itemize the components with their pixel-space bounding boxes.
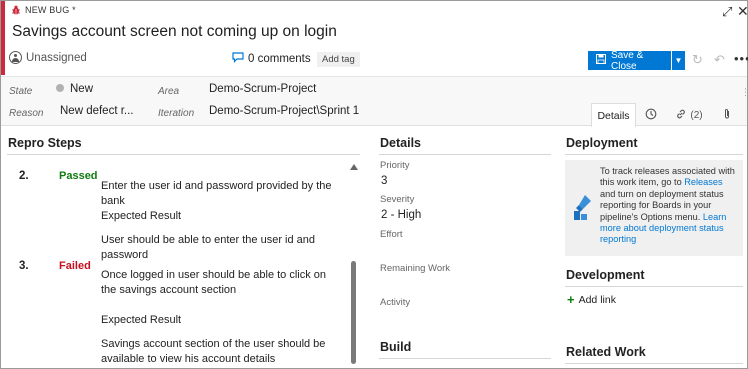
effort-label: Effort [380, 229, 403, 240]
deployment-title: Deployment [566, 136, 638, 150]
link-icon [675, 108, 687, 123]
work-item-header: NEW BUG * ⤢ ✕ Savings account screen not… [1, 1, 748, 75]
development-title: Development [566, 268, 645, 282]
reason-label: Reason [9, 108, 44, 119]
bug-icon [11, 5, 21, 15]
paperclip-icon [722, 108, 732, 123]
priority-label: Priority [380, 160, 410, 171]
step-expected-label: Expected Result [101, 210, 182, 222]
add-link-label: Add link [578, 294, 616, 306]
step-action: Once logged in user should be able to cl… [101, 269, 327, 296]
repro-steps-title: Repro Steps [8, 136, 82, 150]
build-title: Build [380, 340, 412, 354]
refresh-icon[interactable]: ↻ [692, 52, 703, 68]
state-value: New [70, 83, 94, 95]
iteration-field[interactable]: Demo-Scrum-Project\Sprint 1 [209, 105, 359, 117]
scrollbar-thumb[interactable] [351, 261, 356, 364]
save-close-button[interactable]: Save & Close [588, 49, 671, 72]
related-work-divider [565, 363, 743, 364]
fields-bar: State New Reason New defect r... Area De… [1, 76, 748, 127]
work-item-type: NEW BUG * [11, 5, 76, 15]
severity-label: Severity [380, 194, 415, 205]
comment-icon [232, 52, 244, 66]
links-count: (2) [690, 109, 703, 121]
step-number: 3. [19, 260, 29, 272]
history-icon [645, 108, 657, 123]
activity-label: Activity [380, 297, 411, 308]
assignee-label: Unassigned [26, 51, 87, 64]
tab-attachments[interactable] [712, 103, 742, 127]
step-status-failed: Failed [59, 260, 91, 272]
save-icon [596, 54, 606, 67]
repro-divider [7, 154, 360, 155]
maximize-icon[interactable]: ⤢ [722, 4, 732, 20]
releases-link[interactable]: Releases [684, 177, 722, 187]
step-expected: Savings account section of the user shou… [101, 338, 326, 365]
add-tag-button[interactable]: Add tag [317, 52, 360, 67]
priority-field[interactable]: 3 [381, 175, 387, 187]
state-label: State [9, 86, 33, 97]
undo-icon[interactable]: ↶ [714, 52, 725, 68]
deployment-info-box: To track releases associated with this w… [565, 160, 743, 256]
save-close-label: Save & Close [611, 49, 644, 72]
deployment-message: To track releases associated with this w… [600, 166, 740, 246]
add-link-button[interactable]: + Add link [567, 292, 616, 307]
step-number: 2. [19, 170, 29, 182]
more-actions-button[interactable]: ••• [734, 51, 748, 66]
area-field[interactable]: Demo-Scrum-Project [209, 83, 316, 95]
assignee-picker[interactable]: Unassigned [9, 51, 87, 64]
details-title: Details [380, 136, 421, 150]
work-item-type-label: NEW BUG * [25, 5, 76, 15]
remaining-work-label: Remaining Work [380, 263, 451, 274]
severity-field[interactable]: 2 - High [381, 209, 421, 221]
related-work-title: Related Work [566, 345, 646, 359]
step-status-passed: Passed [59, 170, 98, 182]
development-divider [565, 286, 743, 287]
step-action: Enter the user id and password provided … [101, 180, 332, 207]
area-label: Area [158, 86, 180, 97]
state-dot-icon [56, 84, 64, 92]
deployment-divider [565, 154, 743, 155]
scroll-up-arrow[interactable] [350, 164, 358, 170]
plus-icon: + [567, 292, 575, 307]
panel-grip-icon[interactable]: ⋮ [741, 87, 748, 98]
close-icon[interactable]: ✕ [737, 3, 748, 20]
step-expected: User should be able to enter the user id… [101, 234, 316, 261]
state-field[interactable]: New [56, 83, 93, 95]
chevron-down-icon: ▼ [674, 56, 683, 65]
comments-link[interactable]: 0 comments [232, 52, 311, 66]
save-dropdown-button[interactable]: ▼ [672, 51, 685, 70]
details-divider [379, 154, 551, 155]
tab-history[interactable] [636, 103, 666, 127]
avatar-icon [9, 51, 22, 64]
build-divider [379, 358, 551, 359]
step-expected-label: Expected Result [101, 314, 182, 326]
rocket-icon [571, 194, 595, 222]
work-item-title[interactable]: Savings account screen not coming up on … [12, 23, 337, 41]
tab-links[interactable]: (2) [666, 103, 712, 127]
comments-count: 0 comments [248, 53, 311, 65]
reason-field[interactable]: New defect r... [60, 105, 134, 117]
iteration-label: Iteration [158, 108, 195, 119]
work-item-body: Repro Steps 2. Passed Enter the user id … [1, 127, 747, 368]
work-item-tabs: Details (2) [591, 103, 742, 127]
tab-details[interactable]: Details [591, 103, 636, 127]
repro-steps-editor[interactable]: 2. Passed Enter the user id and password… [1, 157, 361, 368]
